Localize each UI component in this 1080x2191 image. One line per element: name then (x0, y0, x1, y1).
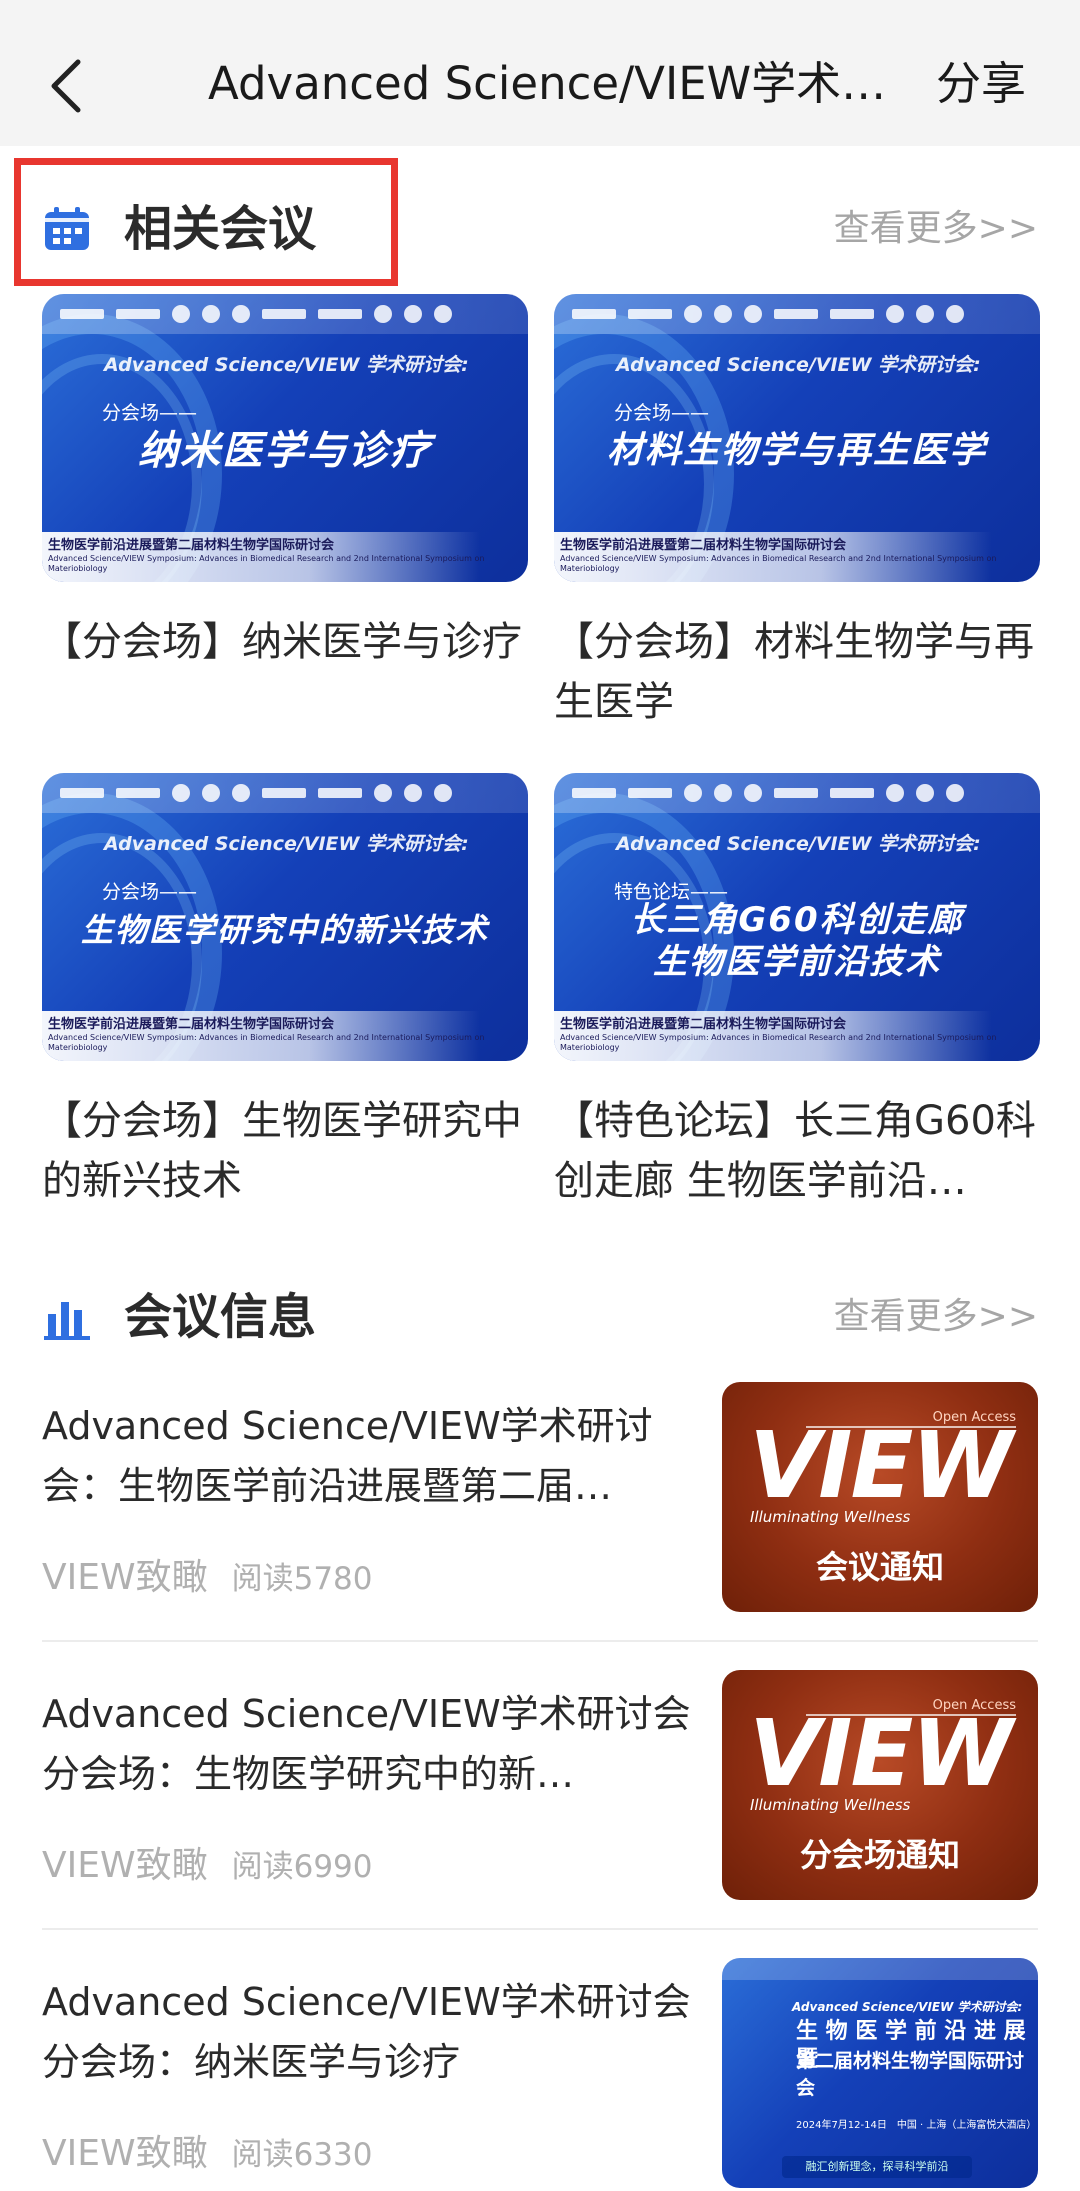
thumbnail-subtitle: Advanced Science/VIEW 学术研讨会: (792, 2000, 1023, 2014)
banner-footer: 生物医学前沿进展暨第二届材料生物学国际研讨会 Advanced Science/… (42, 1011, 528, 1061)
article-source: VIEW致瞰 (42, 1557, 208, 1598)
meeting-card-title: 【分会场】生物医学研究中的新兴技术 (42, 1098, 522, 1204)
article-read-count: 阅读6330 (231, 2137, 373, 2173)
meeting-card[interactable]: Advanced Science/VIEW 学术研讨会: 分会场—— 纳米医学与… (42, 294, 528, 672)
page-title: Advanced Science/VIEW学术… (208, 57, 887, 110)
banner-subtitle: Advanced Science/VIEW 学术研讨会: (104, 354, 469, 376)
meeting-info-header: 会议信息 查看更多>> (0, 1266, 1080, 1366)
meeting-card[interactable]: Advanced Science/VIEW 学术研讨会: 分会场—— 生物医学研… (42, 773, 528, 1211)
top-nav-bar: Advanced Science/VIEW学术… 分享 (0, 0, 1080, 146)
sponsor-logos (722, 1958, 1038, 1980)
meeting-banner-image: Advanced Science/VIEW 学术研讨会: 分会场—— 材料生物学… (554, 294, 1040, 582)
banner-footer: 生物医学前沿进展暨第二届材料生物学国际研讨会 Advanced Science/… (554, 532, 1040, 582)
thumbnail-date: 2024年7月12-14日 中国 · 上海（上海富悦大酒店） (796, 2120, 1037, 2131)
article-title: Advanced Science/VIEW学术研讨会：生物医学前沿进展暨第二届… (42, 1404, 653, 1508)
meeting-card-title: 【分会场】材料生物学与再生医学 (554, 619, 1034, 725)
sponsor-logos (42, 773, 528, 813)
banner-footer: 生物医学前沿进展暨第二届材料生物学国际研讨会 Advanced Science/… (554, 1011, 1040, 1061)
meeting-banner-image: Advanced Science/VIEW 学术研讨会: 分会场—— 纳米医学与… (42, 294, 528, 582)
banner-subtitle: Advanced Science/VIEW 学术研讨会: (616, 354, 981, 376)
thumbnail-slogan: 融汇创新理念，探寻科学前沿 (782, 2156, 972, 2178)
bar-chart-icon (44, 1302, 90, 1340)
article-thumbnail: Open Access VIEW Illuminating Wellness 分… (722, 1670, 1038, 1900)
article-read-count: 阅读5780 (231, 1561, 373, 1597)
highlight-annotation-box (14, 158, 398, 286)
banner-footer-english: Advanced Science/VIEW Symposium: Advance… (560, 554, 997, 573)
banner-headline: 材料生物学与再生医学 (606, 430, 987, 471)
article-read-count: 阅读6990 (231, 1849, 373, 1885)
banner-footer: 生物医学前沿进展暨第二届材料生物学国际研讨会 Advanced Science/… (42, 532, 528, 582)
banner-footer-english: Advanced Science/VIEW Symposium: Advance… (48, 1033, 485, 1052)
banner-footer-text: 生物医学前沿进展暨第二届材料生物学国际研讨会 (560, 538, 847, 553)
meeting-banner-image: Advanced Science/VIEW 学术研讨会: 特色论坛—— 长三角G… (554, 773, 1040, 1061)
article-meta: VIEW致瞰 阅读6330 (42, 2124, 373, 2176)
view-logo: VIEW (749, 1412, 1013, 1519)
banner-tag: 分会场—— (102, 881, 198, 903)
divider (42, 1640, 1038, 1642)
article-list-item[interactable]: Advanced Science/VIEW学术研讨会分会场：纳米医学与诊疗 VI… (42, 1958, 1038, 2191)
meeting-card[interactable]: Advanced Science/VIEW 学术研讨会: 特色论坛—— 长三角G… (554, 773, 1040, 1211)
article-list-item[interactable]: Advanced Science/VIEW学术研讨会：生物医学前沿进展暨第二届…… (42, 1382, 1038, 1622)
banner-headline: 生物医学研究中的新兴技术 (80, 911, 489, 949)
banner-headline-line1: 长三角G60科创走廊 (630, 900, 964, 940)
banner-headline: 纳米医学与诊疗 (138, 428, 432, 474)
article-thumbnail: Open Access VIEW Illuminating Wellness 会… (722, 1382, 1038, 1612)
divider (42, 1928, 1038, 1930)
banner-footer-text: 生物医学前沿进展暨第二届材料生物学国际研讨会 (48, 538, 335, 553)
banner-footer-english: Advanced Science/VIEW Symposium: Advance… (560, 1033, 997, 1052)
article-list-item[interactable]: Advanced Science/VIEW学术研讨会分会场：生物医学研究中的新…… (42, 1670, 1038, 1910)
view-tagline: Illuminating Wellness (750, 1796, 911, 1814)
section-title: 会议信息 (124, 1289, 317, 1345)
banner-footer-english: Advanced Science/VIEW Symposium: Advance… (48, 554, 485, 573)
meeting-banner-image: Advanced Science/VIEW 学术研讨会: 分会场—— 生物医学研… (42, 773, 528, 1061)
sponsor-logos (42, 294, 528, 334)
meeting-card-title: 【分会场】纳米医学与诊疗 (42, 619, 522, 665)
view-more-link[interactable]: 查看更多>> (834, 1292, 1038, 1342)
sponsor-logos (554, 294, 1040, 334)
article-title: Advanced Science/VIEW学术研讨会分会场：生物医学研究中的新… (42, 1692, 691, 1796)
thumbnail-headline-2: 第二届材料生物学国际研讨会 (796, 2050, 1025, 2099)
meeting-card-title: 【特色论坛】长三角G60科创走廊 生物医学前沿… (554, 1098, 1036, 1204)
view-logo: VIEW (749, 1700, 1013, 1807)
banner-headline-line2: 生物医学前沿技术 (653, 942, 941, 982)
banner-subtitle: Advanced Science/VIEW 学术研讨会: (104, 833, 469, 855)
article-meta: VIEW致瞰 阅读6990 (42, 1836, 373, 1888)
banner-subtitle: Advanced Science/VIEW 学术研讨会: (616, 833, 981, 855)
banner-footer-text: 生物医学前沿进展暨第二届材料生物学国际研讨会 (48, 1017, 335, 1032)
thumbnail-caption: 分会场通知 (799, 1836, 960, 1874)
back-button[interactable] (38, 48, 94, 124)
article-thumbnail: Advanced Science/VIEW 学术研讨会: 生 物 医 学 前 沿… (722, 1958, 1038, 2188)
banner-headline: 长三角G60科创走廊 生物医学前沿技术 (554, 899, 1040, 983)
article-meta: VIEW致瞰 阅读5780 (42, 1548, 373, 1600)
article-title: Advanced Science/VIEW学术研讨会分会场：纳米医学与诊疗 (42, 1980, 691, 2084)
view-tagline: Illuminating Wellness (750, 1508, 911, 1526)
view-more-link[interactable]: 查看更多>> (834, 204, 1038, 254)
chevron-left-icon (51, 59, 81, 113)
article-source: VIEW致瞰 (42, 1845, 208, 1886)
banner-footer-text: 生物医学前沿进展暨第二届材料生物学国际研讨会 (560, 1017, 847, 1032)
banner-tag: 分会场—— (102, 402, 198, 424)
sponsor-logos (554, 773, 1040, 813)
article-source: VIEW致瞰 (42, 2133, 208, 2174)
share-button[interactable]: 分享 (936, 52, 1026, 116)
banner-tag: 分会场—— (614, 402, 710, 424)
thumbnail-caption: 会议通知 (815, 1548, 944, 1586)
meeting-card[interactable]: Advanced Science/VIEW 学术研讨会: 分会场—— 材料生物学… (554, 294, 1040, 732)
